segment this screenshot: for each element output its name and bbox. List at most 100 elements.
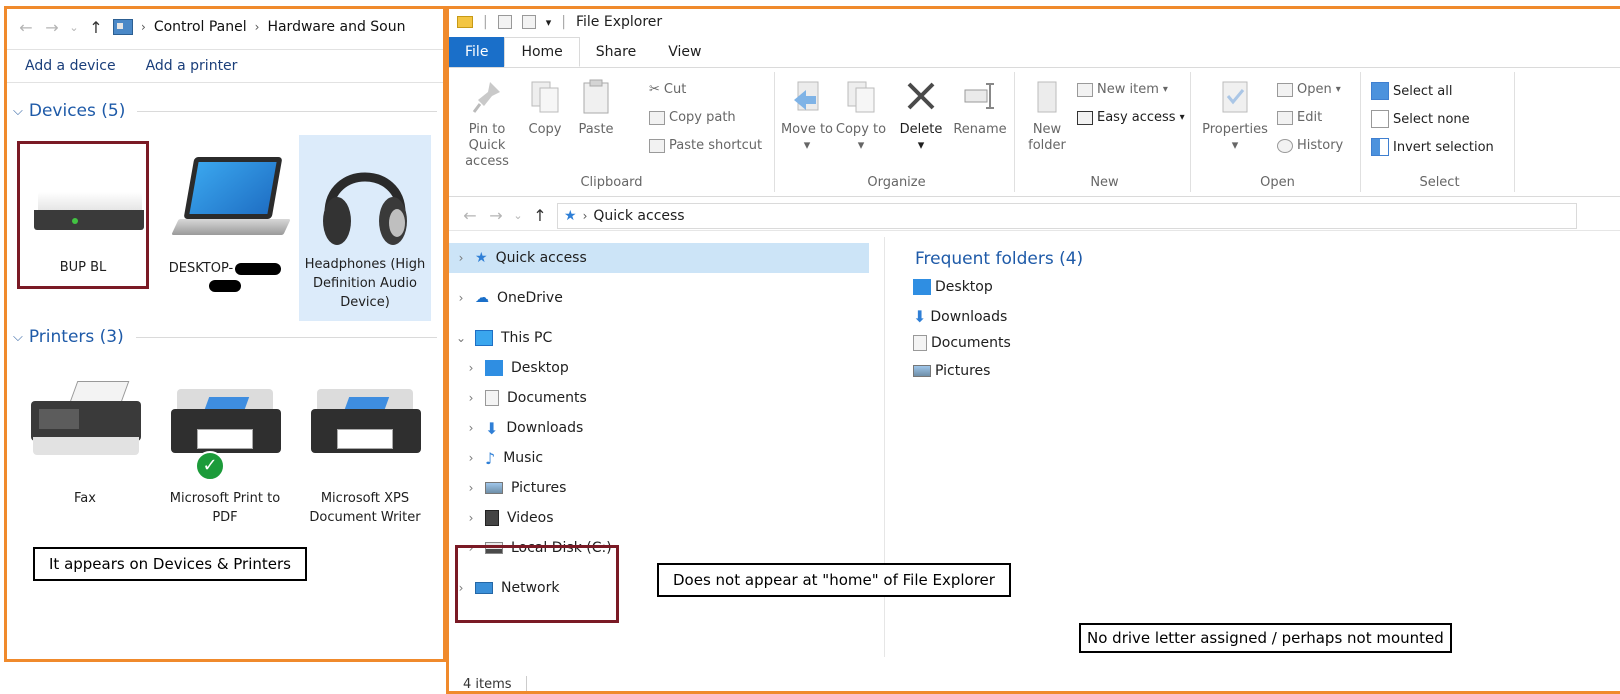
rename-button[interactable]: Rename [949, 78, 1011, 138]
printer-tile-fax[interactable]: Fax [19, 379, 151, 519]
tab-view[interactable]: View [652, 37, 717, 67]
nav-item-onedrive[interactable]: › ☁ OneDrive [455, 283, 563, 313]
expand-chevron-icon[interactable]: › [465, 391, 477, 405]
nav-item-this-pc[interactable]: ⌄ This PC [455, 323, 552, 353]
invert-selection-button[interactable]: Invert selection [1371, 138, 1494, 156]
printer-tile-print-to-pdf[interactable]: ✓ Microsoft Print to PDF [159, 379, 291, 529]
annotation-explorer-home: Does not appear at "home" of File Explor… [657, 563, 1011, 597]
tab-share[interactable]: Share [580, 37, 652, 67]
expand-chevron-icon[interactable]: › [465, 361, 477, 375]
breadcrumb-hardware-and-sound[interactable]: Hardware and Soun [267, 19, 405, 35]
easy-access-button[interactable]: Easy access ▾ [1077, 110, 1185, 125]
pin-to-quick-access-button[interactable]: Pin to Quick access [451, 78, 523, 170]
copy-to-button[interactable]: Copy to ▾ [833, 78, 889, 154]
copy-icon [531, 81, 559, 113]
collapse-chevron-icon[interactable]: ⌄ [455, 331, 467, 345]
redaction-mark [209, 280, 241, 292]
group-divider [135, 336, 437, 338]
forward-icon[interactable]: → [487, 206, 505, 225]
printer-tile-xps-writer[interactable]: Microsoft XPS Document Writer [299, 379, 431, 529]
select-all-icon [1371, 82, 1389, 100]
quick-access-star-icon: ★ [475, 250, 488, 266]
nav-item-videos[interactable]: › Videos [465, 503, 554, 533]
devices-group-header[interactable]: ⌵ Devices (5) [13, 101, 437, 121]
qat-customize-icon[interactable]: ▾ [546, 16, 552, 29]
tab-home[interactable]: Home [504, 37, 580, 67]
move-to-button[interactable]: Move to ▾ [779, 78, 835, 154]
tab-file[interactable]: File [449, 37, 505, 67]
select-none-button[interactable]: Select none [1371, 110, 1470, 128]
add-printer-button[interactable]: Add a printer [146, 58, 238, 74]
new-folder-button[interactable]: New folder [1019, 78, 1075, 154]
ribbon-group-label: Select [1419, 175, 1460, 190]
back-icon[interactable]: ← [17, 18, 35, 37]
collapse-chevron-icon[interactable]: ⌵ [13, 104, 23, 119]
quick-access-star-icon: ★ [564, 207, 577, 224]
address-input[interactable]: ★ › Quick access [557, 202, 1577, 229]
forward-icon[interactable]: → [43, 18, 61, 37]
frequent-folder-pictures[interactable]: Pictures [913, 363, 990, 379]
address-quick-access[interactable]: Quick access [593, 208, 684, 224]
recent-dropdown-icon[interactable]: ⌄ [513, 209, 523, 222]
add-device-button[interactable]: Add a device [25, 58, 116, 74]
back-icon[interactable]: ← [461, 206, 479, 225]
nav-item-documents[interactable]: › Documents [465, 383, 587, 413]
expand-chevron-icon[interactable]: › [455, 291, 467, 305]
paste-button[interactable]: Paste [571, 78, 621, 138]
nav-item-quick-access[interactable]: › ★ Quick access [449, 243, 869, 273]
printer-label: Fax [74, 491, 96, 506]
annotation-no-drive-letter: No drive letter assigned / perhaps not m… [1079, 623, 1452, 653]
breadcrumb-separator-icon: › [254, 20, 260, 34]
document-icon [913, 335, 927, 351]
scissors-icon: ✂ [649, 82, 660, 97]
group-divider [137, 110, 437, 112]
expand-chevron-icon[interactable]: › [465, 481, 477, 495]
pin-icon [472, 82, 500, 113]
select-all-button[interactable]: Select all [1371, 82, 1452, 100]
file-explorer-window: | ▾ | File Explorer File Home Share View… [446, 6, 1620, 694]
cloud-icon: ☁ [475, 290, 489, 306]
up-icon[interactable]: ↑ [87, 18, 105, 37]
device-tile-headphones[interactable]: Headphones (High Definition Audio Device… [299, 135, 431, 321]
device-tile-bup-bl[interactable]: BUP BL [17, 141, 149, 289]
nav-item-desktop[interactable]: › Desktop [465, 353, 569, 383]
nav-item-music[interactable]: › ♪ Music [465, 443, 543, 473]
delete-button[interactable]: Delete ▾ [891, 78, 951, 154]
paste-shortcut-icon [649, 138, 665, 153]
select-none-icon [1371, 110, 1389, 128]
explorer-title-bar: | ▾ | File Explorer [449, 9, 1620, 35]
pictures-icon [913, 365, 931, 377]
nav-item-pictures[interactable]: › Pictures [465, 473, 567, 503]
open-button[interactable]: Open ▾ [1277, 82, 1341, 97]
history-button[interactable]: History [1277, 138, 1343, 153]
properties-icon [1222, 81, 1248, 113]
new-item-button[interactable]: New item ▾ [1077, 82, 1168, 97]
ribbon-tabs: File Home Share View [449, 37, 717, 67]
frequent-folders-header[interactable]: Frequent folders (4) [915, 249, 1083, 269]
copy-button[interactable]: Copy [521, 78, 569, 138]
breadcrumb-control-panel[interactable]: Control Panel [154, 19, 247, 35]
nav-item-downloads[interactable]: › ⬇ Downloads [465, 413, 584, 443]
expand-chevron-icon[interactable]: › [465, 451, 477, 465]
device-tile-desktop[interactable]: DESKTOP- [159, 145, 291, 295]
properties-button[interactable]: Properties ▾ [1197, 78, 1273, 154]
frequent-folder-downloads[interactable]: ⬇ Downloads [913, 307, 1007, 326]
expand-chevron-icon[interactable]: › [465, 421, 477, 435]
frequent-folder-desktop[interactable]: Desktop [913, 279, 993, 295]
cut-button[interactable]: ✂ Cut [649, 82, 686, 97]
expand-chevron-icon[interactable]: › [455, 251, 467, 265]
ribbon-group-select: Select all Select none Invert selection … [1365, 72, 1515, 192]
new-folder-qat-icon[interactable] [521, 15, 536, 29]
recent-dropdown-icon[interactable]: ⌄ [69, 21, 79, 34]
properties-qat-icon[interactable] [497, 15, 512, 29]
paste-shortcut-button[interactable]: Paste shortcut [649, 138, 762, 153]
edit-button[interactable]: Edit [1277, 110, 1322, 125]
expand-chevron-icon[interactable]: › [465, 511, 477, 525]
frequent-folder-documents[interactable]: Documents [913, 335, 1011, 351]
ribbon-group-open: Properties ▾ Open ▾ Edit History Open [1195, 72, 1361, 192]
up-icon[interactable]: ↑ [531, 206, 549, 225]
collapse-chevron-icon[interactable]: ⌵ [13, 330, 23, 345]
printers-group-header[interactable]: ⌵ Printers (3) [13, 327, 437, 347]
copy-path-button[interactable]: Copy path [649, 110, 736, 125]
explorer-address-bar: ← → ⌄ ↑ ★ › Quick access [449, 201, 1620, 231]
